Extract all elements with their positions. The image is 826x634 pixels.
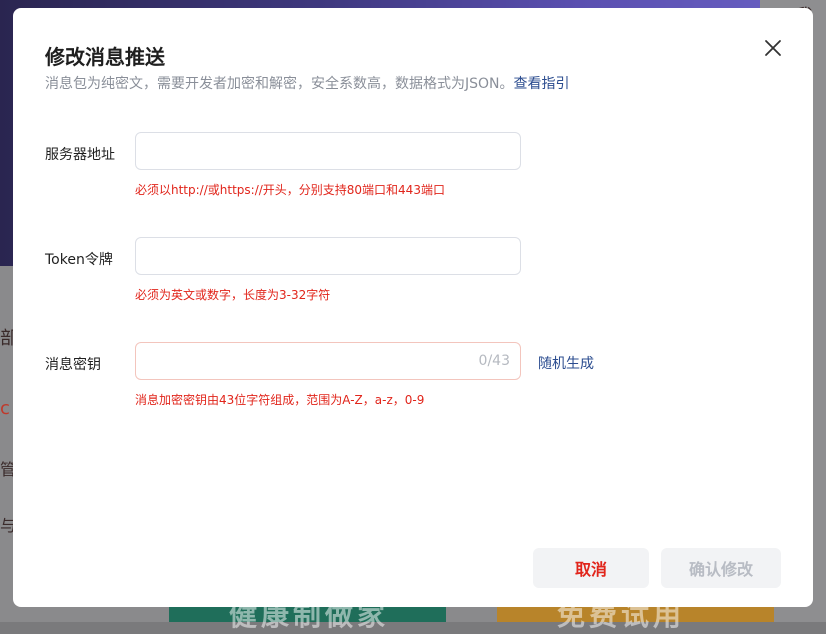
server-url-input[interactable]: [136, 133, 520, 169]
confirm-edit-button[interactable]: 确认修改: [661, 548, 781, 588]
random-generate-link[interactable]: 随机生成: [538, 353, 594, 373]
close-button[interactable]: [761, 36, 785, 60]
background-badge: c: [0, 398, 10, 419]
dialog-title: 修改消息推送: [45, 45, 165, 69]
aes-key-field: 0/43: [135, 342, 521, 380]
aes-key-input[interactable]: [136, 343, 520, 379]
aes-key-hint: 消息加密密钥由43位字符组成，范围为A-Z，a-z，0-9: [135, 393, 425, 407]
edit-message-push-dialog: 修改消息推送 消息包为纯密文，需要开发者加密和解密，安全系数高，数据格式为JSO…: [13, 8, 813, 607]
token-field: [135, 237, 521, 275]
aes-key-label: 消息密钥: [45, 357, 101, 373]
token-hint: 必须为英文或数字，长度为3-32字符: [135, 288, 331, 302]
token-input[interactable]: [136, 238, 520, 274]
close-icon: [765, 40, 781, 56]
server-url-field: [135, 132, 521, 170]
dialog-subtitle-text: 消息包为纯密文，需要开发者加密和解密，安全系数高，数据格式为JSON。: [45, 76, 514, 92]
dialog-subtitle: 消息包为纯密文，需要开发者加密和解密，安全系数高，数据格式为JSON。查看指引: [45, 73, 570, 93]
server-url-hint: 必须以http://或https://开头，分别支持80端口和443端口: [135, 183, 445, 197]
cancel-button[interactable]: 取消: [533, 548, 649, 588]
aes-key-counter: 0/43: [478, 353, 510, 369]
view-guide-link[interactable]: 查看指引: [514, 76, 570, 92]
server-url-label: 服务器地址: [45, 147, 115, 163]
token-label: Token令牌: [45, 252, 113, 268]
